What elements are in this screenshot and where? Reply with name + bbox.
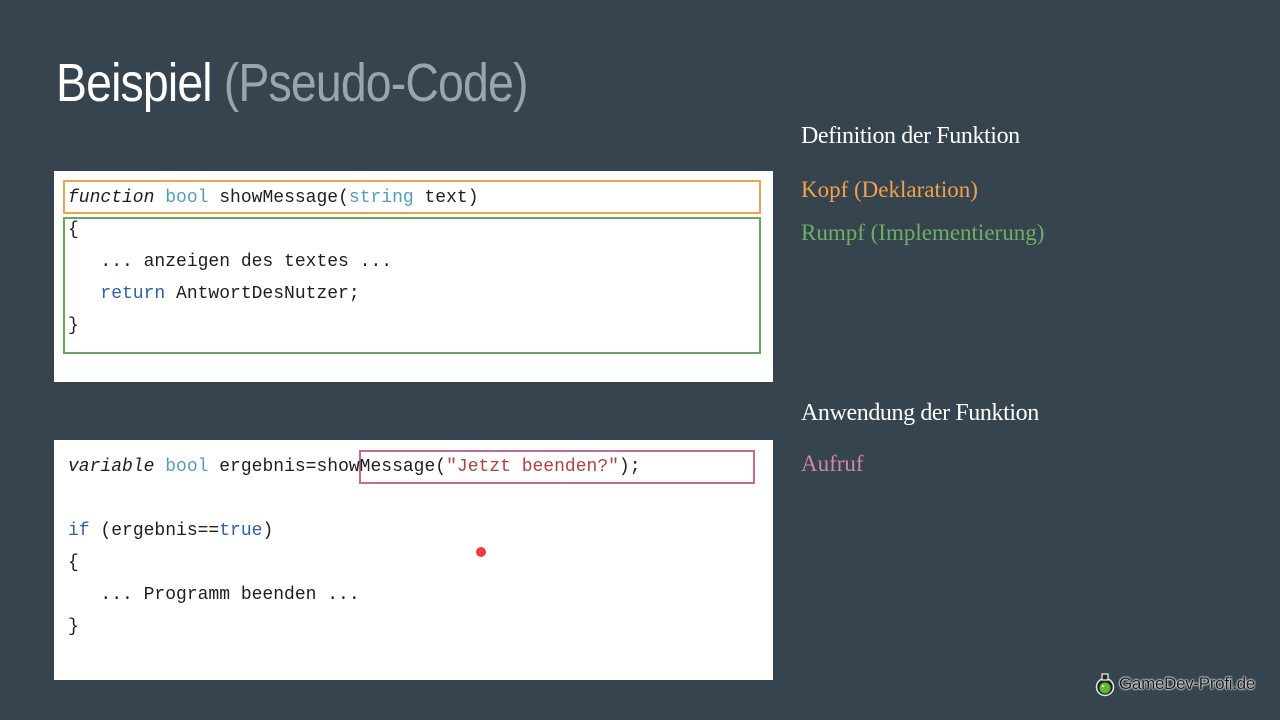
body-label: Rumpf (Implementierung) [801, 220, 1045, 245]
code-line: { [68, 553, 79, 573]
return-value: AntwortDesNutzer; [165, 284, 360, 304]
title-subtitle: (Pseudo-Code) [223, 53, 529, 113]
code-line: { [68, 220, 79, 240]
keyword-function: function [68, 188, 155, 208]
slide-title: Beispiel (Pseudo-Code) [56, 48, 528, 118]
title-main: Beispiel [56, 53, 213, 113]
code-line: variable bool ergebnis=showMessage("Jetz… [68, 456, 641, 478]
potion-flask-icon [1095, 673, 1115, 697]
type-bool: bool [165, 457, 209, 477]
function-name: showMessage( [208, 188, 349, 208]
function-call: ergebnis=showMessage( [208, 457, 447, 477]
laser-pointer-dot [476, 547, 486, 557]
keyword-if: if [68, 521, 90, 541]
code-line: } [68, 617, 79, 637]
code-line: ... anzeigen des textes ... [68, 252, 393, 272]
code-line: if (ergebnis==true) [68, 520, 273, 542]
keyword-return: return [100, 284, 166, 304]
code-line: ... Programm beenden ... [68, 585, 360, 605]
head-label: Kopf (Deklaration) [801, 177, 978, 202]
definition-heading: Definition der Funktion [801, 123, 1020, 149]
definition-code-box: function bool showMessage(string text) {… [54, 171, 773, 382]
code-line: return AntwortDesNutzer; [68, 283, 360, 305]
string-literal: "Jetzt beenden?" [446, 457, 619, 477]
code-line: function bool showMessage(string text) [68, 187, 479, 209]
usage-heading: Anwendung der Funktion [801, 400, 1039, 426]
usage-code-box: variable bool ergebnis=showMessage("Jetz… [54, 440, 773, 680]
condition-end: ) [262, 521, 274, 541]
condition: (ergebnis== [89, 521, 220, 541]
code-line: } [68, 316, 79, 336]
call-label: Aufruf [801, 451, 864, 476]
type-string: string [348, 188, 414, 208]
type-bool: bool [165, 188, 209, 208]
parameter: text) [413, 188, 479, 208]
keyword-variable: variable [68, 457, 155, 477]
keyword-true: true [219, 521, 263, 541]
logo-text: GameDev-Profi.de [1119, 674, 1255, 693]
call-end: ); [618, 457, 641, 477]
logo: GameDev-Profi.de [1094, 669, 1255, 699]
slide: Beispiel (Pseudo-Code) function bool sho… [0, 0, 1280, 720]
